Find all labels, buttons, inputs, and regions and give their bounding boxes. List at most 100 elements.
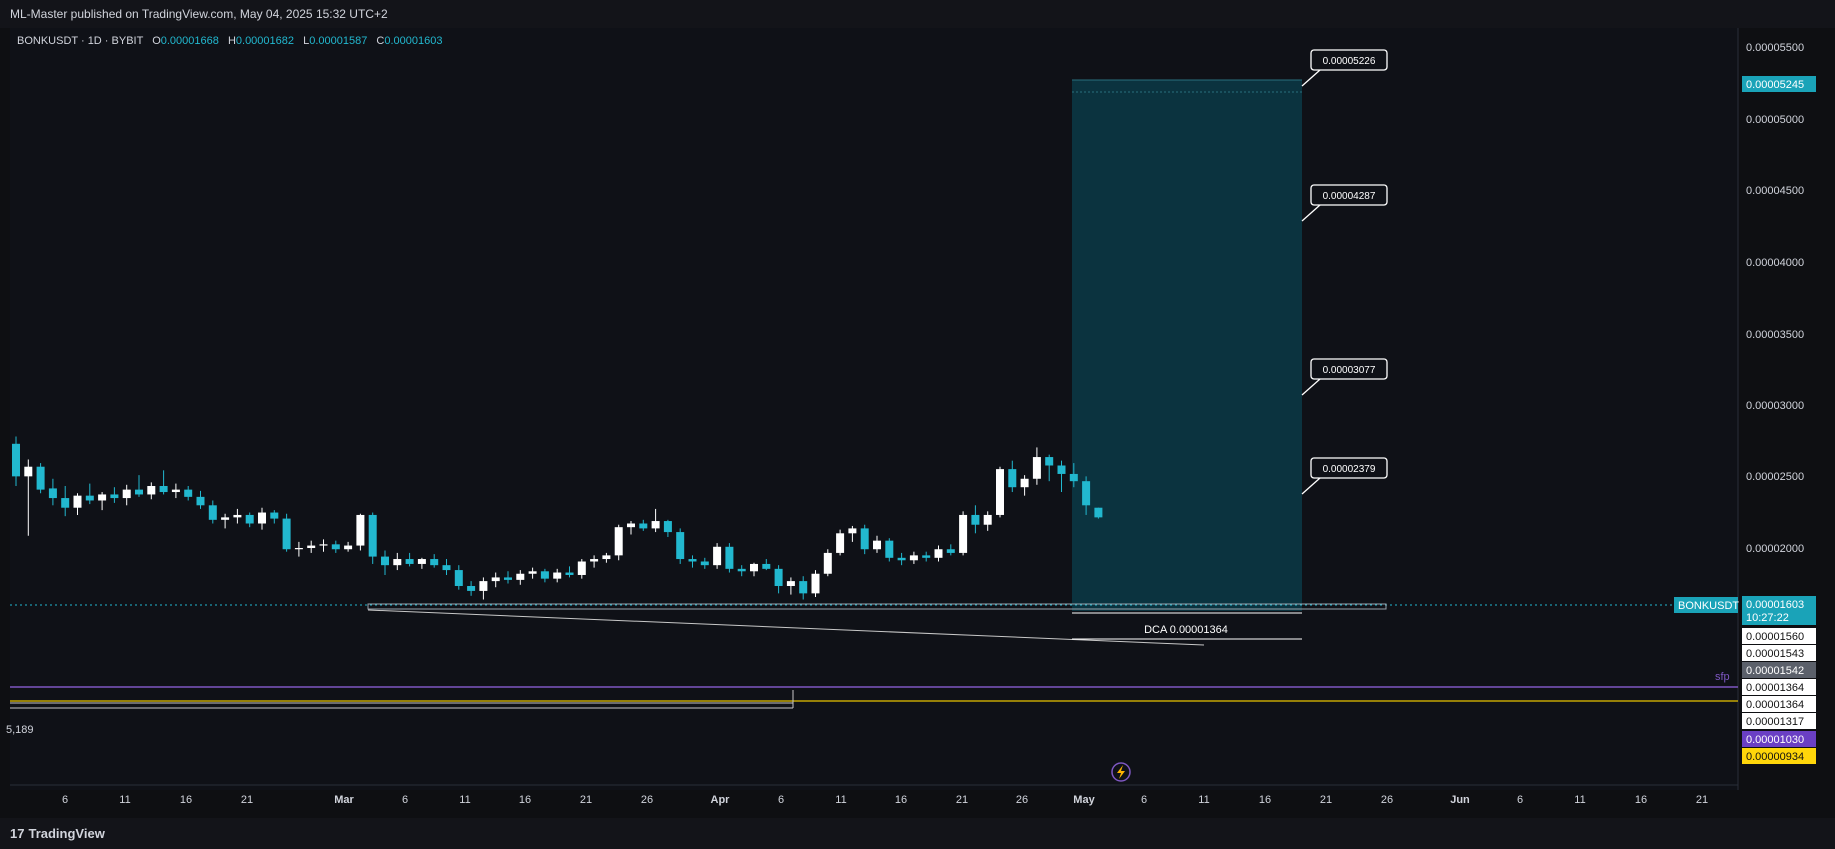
x-tick-label-19: 16 [1259, 794, 1271, 806]
target-callout-text-0: 0.00005226 [1323, 56, 1376, 67]
candle-body-16 [208, 505, 217, 520]
candle-body-31 [393, 559, 402, 566]
candle-body-30 [381, 556, 389, 566]
open-value: 0.00001668 [160, 35, 219, 47]
candle-body-84 [1045, 457, 1054, 466]
x-tick-label-25: 16 [1635, 794, 1647, 806]
target-callout-text-2: 0.00003077 [1323, 365, 1376, 376]
candle-body-58 [725, 546, 734, 569]
y-tick-label-6: 0.00002500 [1746, 471, 1804, 483]
x-tick-label-11: 6 [778, 794, 784, 806]
candle-body-72 [897, 557, 906, 561]
candle-body-6 [85, 495, 94, 501]
x-tick-label-9: 26 [641, 794, 653, 806]
candle-body-11 [147, 486, 156, 495]
x-tick-label-1: 11 [119, 794, 130, 806]
candle-body-19 [245, 514, 254, 524]
open-label: O [152, 35, 161, 47]
candle-body-64 [799, 581, 808, 594]
x-tick-label-10: Apr [711, 794, 731, 806]
price-tag-text-2: 10:27:22 [1746, 612, 1789, 624]
y-tick-label-3: 0.00004000 [1746, 257, 1804, 269]
candle-body-66 [823, 552, 832, 574]
candle-body-32 [405, 559, 414, 564]
candle-body-5 [73, 495, 82, 508]
candle-body-0 [12, 443, 20, 477]
candle-body-4 [61, 498, 70, 508]
candle-body-63 [786, 581, 795, 587]
x-tick-label-20: 21 [1320, 794, 1332, 806]
low-value: 0.00001587 [309, 35, 368, 47]
candle-body-9 [122, 489, 131, 499]
y-tick-label-7: 0.00002000 [1746, 543, 1804, 555]
candle-body-88 [1094, 507, 1103, 518]
candle-body-78 [971, 514, 980, 525]
high-value: 0.00001682 [235, 35, 295, 47]
candle-body-56 [700, 561, 709, 566]
candle-body-79 [983, 514, 992, 525]
x-tick-label-0: 6 [62, 794, 68, 806]
price-tag-text-3: 0.00001560 [1746, 631, 1804, 643]
candle-body-21 [270, 512, 279, 519]
price-tag-text-5: 0.00001542 [1746, 665, 1804, 677]
x-tick-label-26: 21 [1696, 794, 1708, 806]
candle-body-74 [922, 555, 931, 558]
price-tag-text-0: 0.00005245 [1746, 79, 1804, 91]
candle-body-40 [504, 577, 512, 580]
tradingview-logo[interactable]: 17 TradingView [10, 826, 105, 841]
candle-body-59 [737, 568, 746, 572]
candle-body-70 [873, 540, 881, 550]
close-value: 0.00001603 [384, 35, 443, 47]
candle-body-71 [885, 540, 894, 558]
candle-body-7 [98, 494, 107, 501]
candle-body-36 [454, 570, 463, 587]
candle-body-37 [467, 586, 476, 591]
target-zone [1072, 80, 1302, 612]
x-tick-label-14: 21 [956, 794, 968, 806]
candle-body-2 [36, 466, 45, 490]
candle-body-69 [860, 528, 869, 550]
candle-body-52 [651, 521, 660, 529]
price-tag-text-4: 0.00001543 [1746, 648, 1804, 660]
candle-body-73 [909, 555, 918, 561]
x-tick-label-5: 6 [402, 794, 408, 806]
brand-label: TradingView [28, 826, 105, 841]
x-tick-label-15: 26 [1016, 794, 1028, 806]
candle-body-68 [848, 528, 857, 534]
x-tick-label-18: 11 [1198, 794, 1209, 806]
candle-body-22 [282, 518, 291, 550]
candle-body-83 [1032, 457, 1041, 479]
price-tag-text-10: 0.00000934 [1746, 751, 1804, 763]
candle-body-48 [602, 555, 611, 560]
candle-body-55 [688, 559, 697, 562]
target-callout-text-1: 0.00004287 [1323, 191, 1376, 202]
x-tick-label-17: 6 [1141, 794, 1147, 806]
candle-body-61 [762, 563, 771, 569]
target-callout-text-3: 0.00002379 [1323, 464, 1376, 475]
candle-body-27 [344, 545, 353, 550]
candle-body-13 [171, 489, 180, 493]
plot-area [10, 28, 1738, 790]
price-tag-text-8: 0.00001317 [1746, 716, 1804, 728]
candle-body-20 [258, 512, 266, 524]
x-tick-label-6: 11 [459, 794, 470, 806]
candle-body-12 [159, 486, 168, 493]
candle-body-44 [553, 572, 562, 579]
candle-body-76 [946, 549, 955, 553]
candle-body-49 [614, 527, 623, 556]
footer-bar: 17 TradingView [0, 818, 1835, 849]
x-tick-label-12: 11 [835, 794, 846, 806]
candle-body-50 [627, 523, 635, 528]
x-tick-label-3: 21 [241, 794, 253, 806]
candle-body-10 [135, 489, 143, 495]
price-chart[interactable]: DCA 0.00001364 0.00005226 0.00004287 0.0000… [0, 0, 1835, 849]
candle-body-62 [774, 568, 783, 587]
y-tick-label-1: 0.00005000 [1746, 114, 1804, 126]
y-tick-label-2: 0.00004500 [1746, 185, 1804, 197]
candle-body-46 [577, 561, 586, 575]
symbol-title: BONKUSDT · 1D · BYBIT [17, 35, 144, 47]
candle-body-1 [24, 466, 33, 477]
x-tick-label-22: Jun [1450, 794, 1470, 806]
candle-body-47 [590, 559, 599, 562]
candle-body-75 [934, 549, 943, 558]
